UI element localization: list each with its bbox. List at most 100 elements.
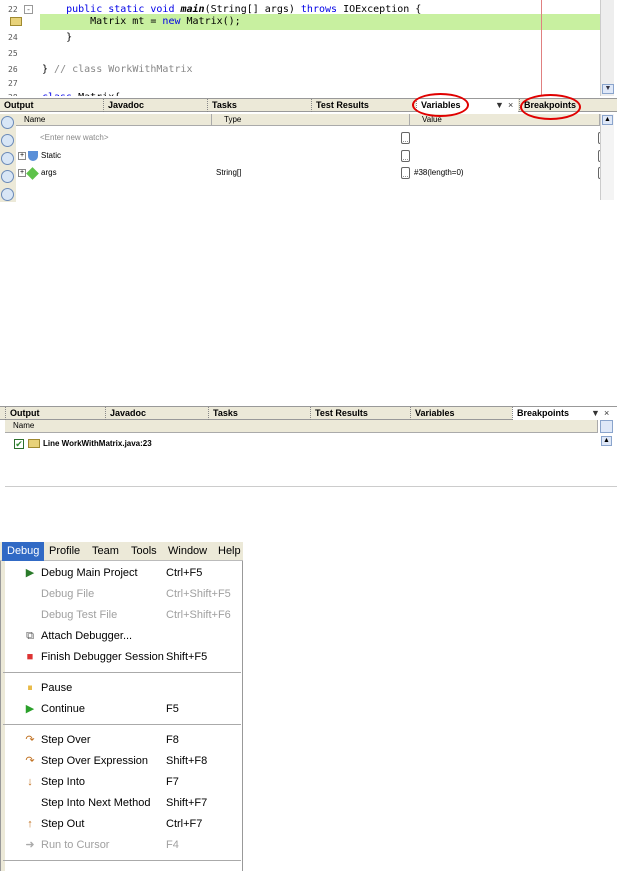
watch-toolbar [0,114,16,202]
panel-bottom-divider [5,486,617,487]
code-line[interactable]: 24 } [0,30,600,46]
annotation-circle-breakpoints [520,94,581,120]
fold-toggle-icon[interactable]: - [24,5,33,14]
menu-item-label: Apply Code Changes [41,866,145,871]
tab-output[interactable]: Output [0,99,100,112]
menu-item-step-over[interactable]: ↷ Step Over F8 [1,730,242,750]
menu-item-attach-debugger[interactable]: ⧉ Attach Debugger... [1,626,242,646]
pause-icon: ⏸ [27,682,33,694]
debug-menu-dropdown: ▶ Debug Main Project Ctrl+F5 Debug File Ctrl… [0,561,243,871]
step-over-expression-icon: ↷ [25,755,35,767]
scroll-down-icon[interactable]: ▼ [602,84,614,94]
menu-item-step-out[interactable]: ↑ Step Out Ctrl+F7 [1,814,242,834]
table-row-watch[interactable]: <Enter new watch> … … [16,131,607,145]
right-margin-line [541,0,542,96]
menu-help[interactable]: Help [213,542,246,561]
menu-item-shortcut: Shift+F7 [166,797,208,809]
menu-item-step-into-next-method[interactable]: Step Into Next Method Shift+F7 [1,793,242,813]
menu-profile[interactable]: Profile [44,542,85,561]
watch-icon[interactable] [1,134,14,147]
type-editor-button[interactable]: … [401,132,410,144]
menu-item-pause[interactable]: ⏸ Pause [1,678,242,698]
menu-debug[interactable]: Debug [2,542,45,561]
menu-item-debug-main-project[interactable]: ▶ Debug Main Project Ctrl+F5 [1,563,242,583]
tab-javadoc[interactable]: Javadoc [103,99,206,112]
tab-breakpoints[interactable]: Breakpoints [512,407,617,420]
watch-placeholder[interactable]: <Enter new watch> [40,131,108,145]
tab-menu-icon[interactable]: ▼ [495,99,504,112]
menu-item-label: Debug Main Project [41,567,138,579]
menu-item-apply-code-changes[interactable]: ✎Apply Code Changes [1,866,242,871]
debug-menu: Debug Profile Team Tools Window Help ▶ De… [0,542,243,871]
menu-item-label: Attach Debugger... [41,630,133,642]
editor-scrollbar[interactable]: ▼ [600,0,614,96]
menu-item-continue[interactable]: ▶ Continue F5 [1,699,242,719]
tab-test-results[interactable]: Test Results [310,407,410,420]
shield-icon [28,151,38,161]
table-row-breakpoint[interactable]: ✔ Line WorkWithMatrix.java:23 [10,437,590,451]
tab-tasks[interactable]: Tasks [208,407,311,420]
menu-item-step-over-expression[interactable]: ↷ Step Over Expression Shift+F8 [1,751,242,771]
close-icon[interactable]: × [604,407,609,420]
breakpoint-checkbox[interactable]: ✔ [14,439,24,449]
tab-output[interactable]: Output [5,407,103,420]
type-editor-button[interactable]: … [401,150,410,162]
code-line[interactable]: 28 class Matrix{ [0,90,600,96]
menu-item-shortcut: Ctrl+Shift+F5 [166,588,231,600]
code-text: class Matrix{ [42,90,120,96]
annotation-circle-variables [412,93,469,117]
menu-separator [3,724,241,725]
menu-item-shortcut: Shift+F8 [166,755,208,767]
attach-icon: ⧉ [26,630,34,642]
debug-project-icon: ▶ [25,567,35,579]
menu-item-debug-file[interactable]: Debug File Ctrl+Shift+F5 [1,584,242,604]
settings-icon[interactable] [1,116,14,129]
tab-javadoc[interactable]: Javadoc [105,407,208,420]
code-editor[interactable]: 22- public static void main(String[] arg… [0,0,617,96]
menu-item-run-to-cursor[interactable]: ➜ Run to Cursor F4 [1,835,242,855]
menu-separator [3,860,241,861]
tab-tasks[interactable]: Tasks [207,99,310,112]
menu-item-label: Step Out [41,818,85,830]
menu-item-shortcut: F4 [166,839,179,851]
code-line[interactable]: Matrix mt = new Matrix(); [10,14,600,30]
menu-item-shortcut: Ctrl+F5 [166,567,203,579]
menu-item-shortcut: Shift+F5 [166,651,208,663]
menu-item-debug-test-file[interactable]: Debug Test File Ctrl+Shift+F6 [1,605,242,625]
menu-item-step-into[interactable]: ↓ Step Into F7 [1,772,242,792]
type-editor-button[interactable]: … [401,167,410,179]
menu-window[interactable]: Window [163,542,212,561]
watch-remove-icon[interactable] [1,170,14,183]
row-name: Static [41,151,62,160]
table-row-static[interactable]: + Static … … [16,149,607,163]
table-row-args[interactable]: + args String[] … #38(length=0) … [16,166,607,180]
row-type: String[] [216,168,242,177]
breakpoint-line-icon [28,439,40,448]
row-name: args [41,168,57,177]
tab-variables[interactable]: Variables [410,407,510,420]
column-header-type[interactable]: Type [212,114,410,126]
menu-item-label: Debug File [41,588,95,600]
variables-scrollbar[interactable]: ▲ [600,114,614,200]
current-line-marker-icon [10,17,22,26]
tab-test-results[interactable]: Test Results [311,99,414,112]
column-header-name[interactable]: Name [5,420,598,433]
menu-tools[interactable]: Tools [126,542,162,561]
settings-icon[interactable] [600,420,613,433]
menu-item-finish-debugger-session[interactable]: ■ Finish Debugger Session Shift+F5 [1,647,242,667]
menu-team[interactable]: Team [87,542,124,561]
step-out-icon: ↑ [27,818,33,830]
scroll-up-icon[interactable]: ▲ [602,115,613,125]
watch-add-icon[interactable] [1,152,14,165]
close-icon[interactable]: × [508,99,513,112]
scroll-up-icon[interactable]: ▲ [601,436,612,446]
tab-menu-icon[interactable]: ▼ [591,407,600,420]
line-number: 22 [8,5,18,14]
menu-item-label: Pause [41,682,73,694]
output-tabbar: Output Javadoc Tasks Test Results Variab… [0,406,617,420]
menubar: Debug Profile Team Tools Window Help [0,542,243,561]
expand-icon[interactable] [1,188,14,201]
expand-toggle-icon[interactable]: + [18,152,26,160]
code-line[interactable]: 25 [0,46,600,62]
column-header-name[interactable]: Name [16,114,212,126]
